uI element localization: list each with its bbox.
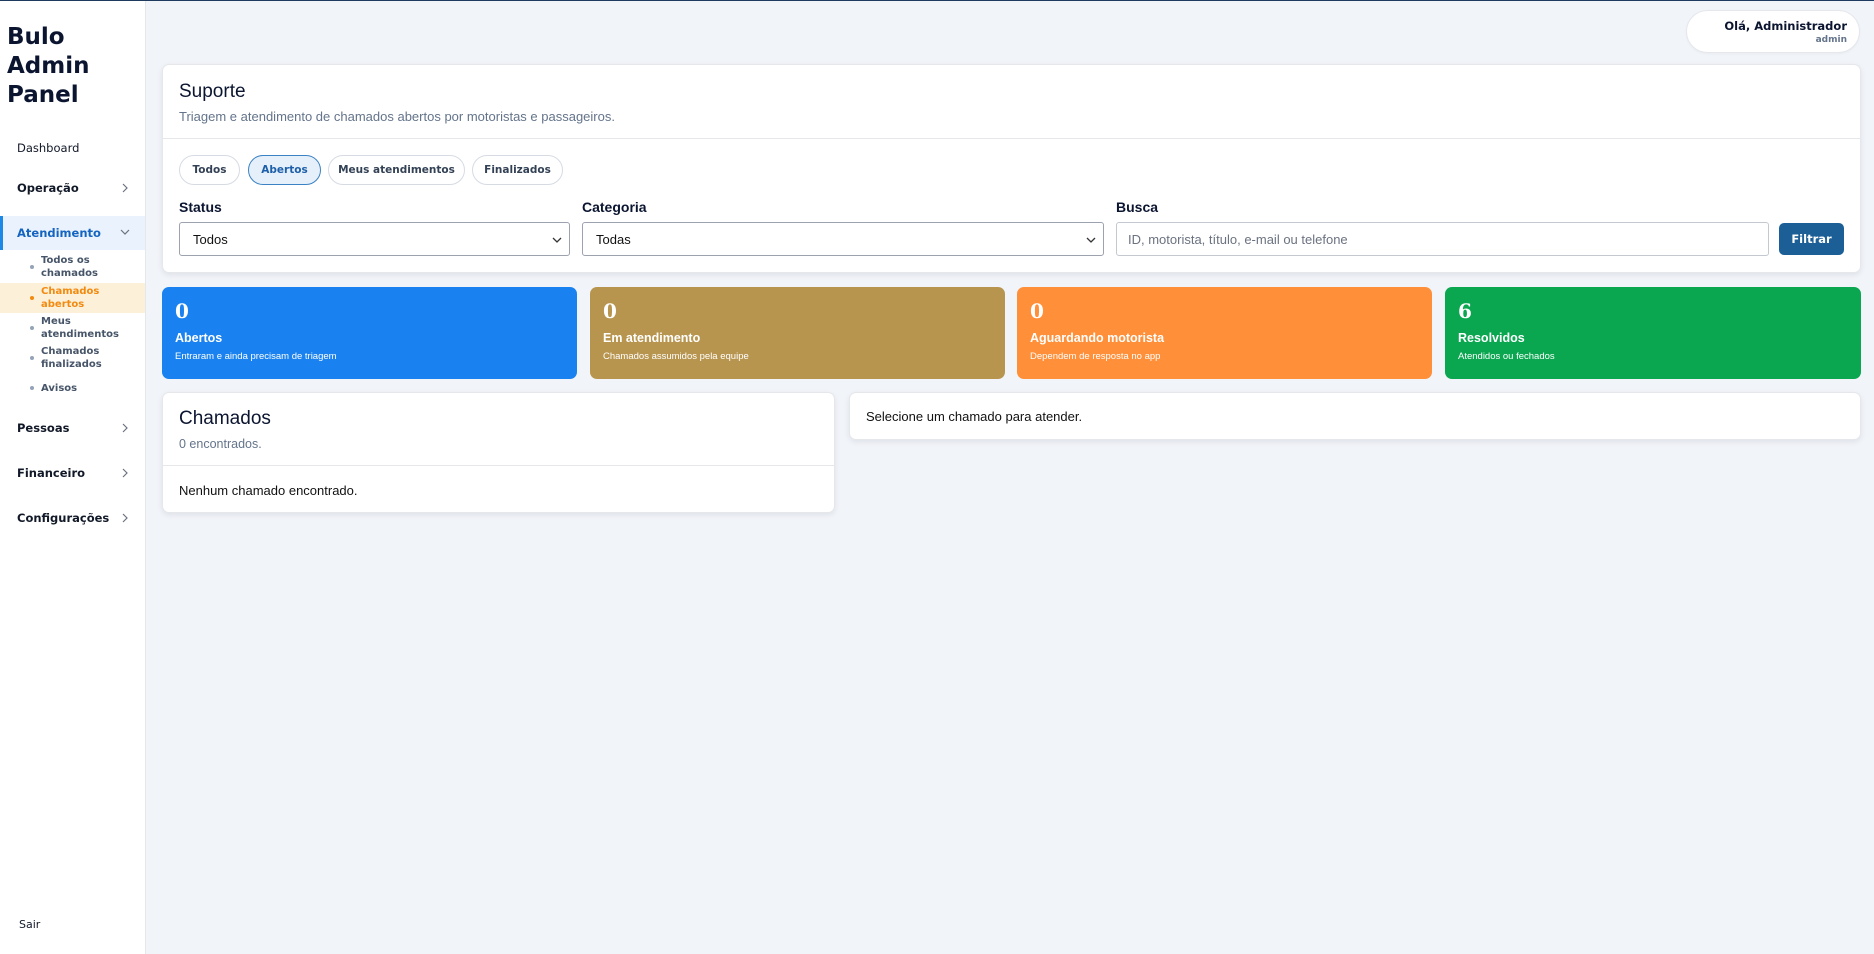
filter-button[interactable]: Filtrar (1779, 223, 1844, 255)
chevron-right-icon (122, 513, 128, 523)
sidebar-subitem-chamados-abertos[interactable]: Chamados abertos (0, 283, 145, 313)
stat-card-resolvidos[interactable]: 6 Resolvidos Atendidos ou fechados (1445, 287, 1861, 379)
chevron-right-icon (122, 423, 128, 433)
tickets-count: 0 encontrados. (179, 437, 262, 451)
sidebar-subitem-meus-atendimentos[interactable]: Meus atendimentos (0, 313, 145, 343)
category-select[interactable]: Todas (582, 222, 1104, 256)
sidebar-item-configuracoes[interactable]: Configurações (0, 502, 145, 534)
sidebar-item-label: Configurações (17, 511, 110, 525)
chevron-right-icon (122, 468, 128, 478)
category-select-value: Todas (596, 231, 631, 247)
tickets-empty-message: Nenhum chamado encontrado. (179, 483, 358, 498)
tab-abertos[interactable]: Abertos (248, 155, 321, 185)
bullet-icon (30, 386, 34, 390)
sidebar-subitem-chamados-finalizados[interactable]: Chamados finalizados (0, 343, 145, 373)
sidebar-item-pessoas[interactable]: Pessoas (0, 412, 145, 444)
stat-card-abertos[interactable]: 0 Abertos Entraram e ainda precisam de t… (162, 287, 577, 379)
tab-finalizados[interactable]: Finalizados (472, 155, 563, 185)
user-menu[interactable]: Olá, Administrador admin (1686, 10, 1860, 53)
support-panel: Suporte Triagem e atendimento de chamado… (162, 64, 1861, 273)
stat-description: Chamados assumidos pela equipe (603, 351, 749, 362)
sidebar-item-label: Operação (17, 181, 79, 195)
detail-placeholder: Selecione um chamado para atender. (866, 409, 1083, 424)
sidebar-subitem-label: Todos os chamados (41, 255, 98, 279)
chevron-down-icon (1086, 237, 1096, 243)
user-role: admin (1815, 35, 1847, 45)
sidebar-item-label: Financeiro (17, 466, 86, 480)
bullet-icon (30, 265, 34, 269)
divider (163, 465, 834, 466)
tab-meus-atendimentos[interactable]: Meus atendimentos (328, 155, 465, 185)
bullet-icon (30, 296, 34, 300)
stat-value: 0 (603, 299, 617, 323)
stat-description: Dependem de resposta no app (1030, 351, 1161, 362)
tab-todos[interactable]: Todos (179, 155, 240, 185)
sidebar-subitem-label: Meus atendimentos (41, 316, 119, 340)
stat-label: Aguardando motorista (1030, 331, 1165, 345)
user-greeting: Olá, Administrador (1724, 19, 1847, 33)
ticket-detail-panel: Selecione um chamado para atender. (849, 392, 1861, 440)
status-select[interactable]: Todos (179, 222, 570, 256)
logout-link[interactable]: Sair (19, 918, 40, 931)
sidebar-item-atendimento[interactable]: Atendimento (0, 216, 145, 250)
stat-value: 0 (1030, 299, 1044, 323)
sidebar-subitem-label: Chamados finalizados (41, 346, 102, 370)
sidebar-subitem-avisos[interactable]: Avisos (0, 374, 145, 402)
page-title: Suporte (179, 81, 246, 102)
stat-card-em-atendimento[interactable]: 0 Em atendimento Chamados assumidos pela… (590, 287, 1005, 379)
divider (163, 138, 1860, 139)
search-label: Busca (1116, 199, 1159, 215)
tickets-title: Chamados (179, 408, 271, 429)
category-label: Categoria (582, 199, 647, 215)
sidebar-item-label: Dashboard (17, 141, 80, 155)
status-select-value: Todos (193, 231, 228, 247)
sidebar-subitem-todos-chamados[interactable]: Todos os chamados (0, 252, 145, 282)
bullet-icon (30, 356, 34, 360)
sidebar-item-label: Atendimento (17, 226, 101, 240)
stat-value: 0 (175, 299, 189, 323)
chevron-right-icon (122, 183, 128, 193)
chevron-down-icon (552, 237, 562, 243)
stat-label: Resolvidos (1458, 331, 1525, 345)
status-label: Status (179, 199, 222, 215)
stat-label: Em atendimento (603, 331, 701, 345)
page-subtitle: Triagem e atendimento de chamados aberto… (179, 109, 615, 124)
bullet-icon (30, 326, 34, 330)
stat-description: Entraram e ainda precisam de triagem (175, 351, 337, 362)
sidebar-subitem-label: Avisos (41, 382, 78, 394)
stat-value: 6 (1458, 299, 1472, 323)
tickets-panel: Chamados 0 encontrados. Nenhum chamado e… (162, 392, 835, 513)
stat-label: Abertos (175, 331, 223, 345)
sidebar-subitem-label: Chamados abertos (41, 286, 100, 310)
brand-logo: Bulo Admin Panel (7, 24, 90, 108)
stat-description: Atendidos ou fechados (1458, 351, 1555, 362)
sidebar-item-operacao[interactable]: Operação (0, 172, 145, 204)
sidebar-item-label: Pessoas (17, 421, 70, 435)
sidebar-item-dashboard[interactable]: Dashboard (0, 132, 145, 164)
chevron-down-icon (120, 229, 130, 235)
sidebar: Bulo Admin Panel Dashboard Operação Aten… (0, 1, 146, 954)
stat-card-aguardando-motorista[interactable]: 0 Aguardando motorista Dependem de respo… (1017, 287, 1432, 379)
sidebar-item-financeiro[interactable]: Financeiro (0, 457, 145, 489)
search-input[interactable] (1116, 222, 1769, 256)
